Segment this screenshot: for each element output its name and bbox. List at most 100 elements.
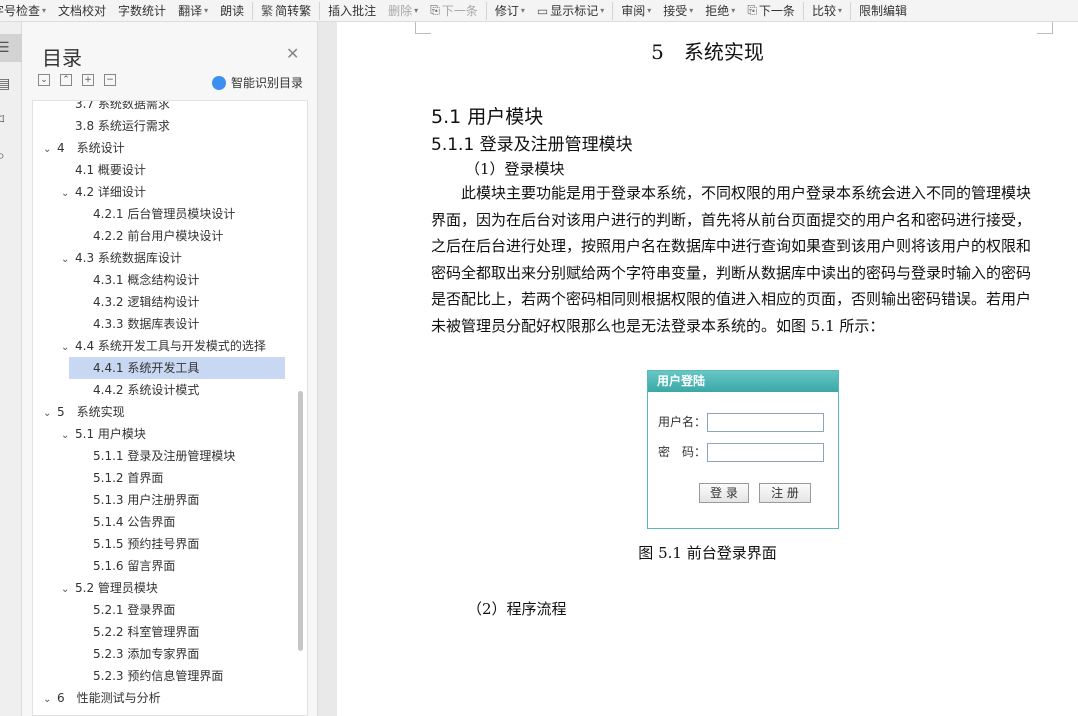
toc-item-label: 4.3.1 概念结构设计: [93, 273, 200, 287]
toc-item-label: 4.3.3 数据库表设计: [93, 317, 200, 331]
document-page[interactable]: 5 系统实现 5.1 用户模块 5.1.1 登录及注册管理模块 （1）登录模块 …: [337, 22, 1078, 716]
toolbar-button-icon: 繁: [261, 4, 274, 18]
toc-item[interactable]: 4.1 概要设计: [33, 159, 295, 181]
chevron-down-icon[interactable]: ⌄: [61, 425, 75, 447]
chevron-down-icon: ▾: [731, 6, 736, 15]
toc-item-label: 4.1 概要设计: [75, 163, 146, 177]
toolbar-button[interactable]: 删除 ▾: [382, 0, 424, 21]
toc-item-label: 5.1.5 预约挂号界面: [93, 537, 200, 551]
login-figure: 用户登陆 用户名： 密 码： 登 录 注 册: [647, 370, 839, 529]
toc-item-label: 5.1.6 留言界面: [93, 559, 176, 573]
toolbar-button[interactable]: ⎘ 下一条: [741, 0, 801, 21]
toolbar-button[interactable]: 审阅 ▾: [615, 0, 657, 21]
toolbar-button-label: 限制编辑: [858, 4, 907, 18]
toolbar-button[interactable]: 朗读: [214, 0, 250, 21]
smart-toc-label: 智能识别目录: [231, 76, 304, 90]
toc-item[interactable]: 5.1.3 用户注册界面: [33, 489, 295, 511]
chevron-down-icon[interactable]: ⌄: [43, 689, 57, 711]
chevron-down-icon[interactable]: ⌄: [61, 249, 75, 271]
chevron-down-icon: ▾: [647, 6, 652, 15]
toc-item[interactable]: ⌄ 6 性能测试与分析: [33, 687, 295, 709]
add-heading-icon[interactable]: +: [82, 74, 94, 86]
toc-item[interactable]: ⌄ 4.4 系统开发工具与开发模式的选择: [33, 335, 295, 357]
toc-item-label: 5.2.2 科室管理界面: [93, 625, 200, 639]
toc-panel-icon[interactable]: ☰: [0, 34, 22, 62]
toolbar-button[interactable]: 文档校对: [52, 0, 112, 21]
remove-heading-icon[interactable]: −: [104, 74, 116, 86]
toc-item[interactable]: 5.1.5 预约挂号界面: [33, 533, 295, 555]
toc-item-label: 3.8 系统运行需求: [75, 119, 170, 133]
toc-item[interactable]: 3.8 系统运行需求: [33, 115, 295, 137]
toc-item[interactable]: ⌄ 5.1 用户模块: [33, 423, 295, 445]
chevron-down-icon[interactable]: ⌄: [43, 139, 57, 161]
toolbar-button-label: 下一条: [441, 4, 478, 18]
toolbar-button[interactable]: 修订 ▾: [489, 0, 531, 21]
toolbar-separator: [849, 1, 851, 20]
toc-item[interactable]: 5.1.2 首界面: [33, 467, 295, 489]
expand-down-icon[interactable]: ⌄: [38, 74, 50, 86]
toc-item[interactable]: 4.4.1 系统开发工具: [69, 357, 285, 379]
close-icon[interactable]: ✕: [286, 44, 299, 63]
toc-item[interactable]: ⌄ 5.2 管理员模块: [33, 577, 295, 599]
login-figure-header: 用户登陆: [648, 371, 838, 392]
smart-toc-button[interactable]: 智能识别目录: [212, 74, 303, 91]
toolbar-button[interactable]: ⎘ 下一条: [424, 0, 484, 21]
chevron-down-icon[interactable]: ⌄: [61, 183, 75, 205]
toc-item[interactable]: 5.2.3 预约信息管理界面: [33, 665, 295, 687]
toc-item[interactable]: 4.3.3 数据库表设计: [33, 313, 295, 335]
toc-item[interactable]: 4.3.1 概念结构设计: [33, 269, 295, 291]
toolbar-button-label: 审阅: [621, 4, 646, 18]
chevron-down-icon[interactable]: ⌄: [61, 337, 75, 359]
chevron-down-icon: ▾: [600, 6, 605, 15]
search-icon[interactable]: ⌕: [0, 142, 22, 170]
toolbar-button[interactable]: 限制编辑: [853, 0, 913, 21]
toc-tools: ⌄ ⌃ + −: [38, 74, 116, 86]
toolbar-button[interactable]: 字号检查▾: [0, 0, 52, 21]
toolbar-button[interactable]: 翻译 ▾: [172, 0, 214, 21]
toc-item[interactable]: ⌄ 4.3 系统数据库设计: [33, 247, 295, 269]
toolbar-button-label: 接受: [663, 4, 688, 18]
toolbar-button-label: 插入批注: [328, 4, 377, 18]
toc-item[interactable]: 4.2.2 前台用户模块设计: [33, 225, 295, 247]
toc-item[interactable]: ⌄ 5 系统实现: [33, 401, 295, 423]
toc-item-label: 5.1 用户模块: [75, 427, 146, 441]
smart-toc-icon: [212, 75, 226, 90]
toolbar-button[interactable]: ▭ 显示标记 ▾: [531, 0, 610, 21]
toolbar-button-label: 简转繁: [275, 4, 312, 18]
toc-item[interactable]: 5.2.3 添加专家界面: [33, 643, 295, 665]
toolbar-button[interactable]: 插入批注: [322, 0, 382, 21]
toc-item[interactable]: 4.3.2 逻辑结构设计: [33, 291, 295, 313]
toc-item[interactable]: 5.1.1 登录及注册管理模块: [33, 445, 295, 467]
toolbar-button[interactable]: 字数统计: [112, 0, 172, 21]
toc-item[interactable]: 5.1.4 公告界面: [33, 511, 295, 533]
chapter-nav-icon[interactable]: ▤: [0, 70, 22, 98]
toc-item[interactable]: ⌄ 4.2 详细设计: [33, 181, 295, 203]
bookmark-icon[interactable]: ⌑: [0, 106, 22, 134]
toc-item[interactable]: 3.7 系统数据需求: [33, 101, 295, 115]
toc-item-label: 4.4.2 系统设计模式: [93, 383, 200, 397]
toc-item[interactable]: 5.1.6 留言界面: [33, 555, 295, 577]
toc-item[interactable]: 5.2.1 登录界面: [33, 599, 295, 621]
toolbar-button-label: 比较: [811, 4, 836, 18]
toolbar-button[interactable]: 繁简转繁: [255, 0, 317, 21]
chevron-down-icon: ▾: [837, 6, 842, 15]
toc-item[interactable]: 4.4.2 系统设计模式: [33, 379, 295, 401]
toolbar-button[interactable]: 拒绝 ▾: [699, 0, 741, 21]
page-corner-mark: [415, 22, 431, 34]
toolbar-button[interactable]: 接受 ▾: [657, 0, 699, 21]
toolbar-button[interactable]: 比较 ▾: [806, 0, 848, 21]
toc-item-label: 5.1.1 登录及注册管理模块: [93, 449, 236, 463]
toc-item-label: 6 性能测试与分析: [57, 691, 161, 705]
toc-item[interactable]: ⌄ 4 系统设计: [33, 137, 295, 159]
section-heading: 5.1 用户模块: [431, 106, 544, 128]
toolbar-button-icon: ▭: [536, 3, 549, 18]
collapse-up-icon[interactable]: ⌃: [60, 74, 72, 86]
toolbar-button-label: 朗读: [220, 4, 245, 18]
toolbar-separator: [485, 1, 487, 20]
chevron-down-icon[interactable]: ⌄: [61, 579, 75, 601]
login-button: 登 录: [699, 483, 749, 503]
toc-item[interactable]: 5.2.2 科室管理界面: [33, 621, 295, 643]
toc-scrollbar[interactable]: [298, 391, 303, 651]
toc-item[interactable]: 4.2.1 后台管理员模块设计: [33, 203, 295, 225]
chevron-down-icon[interactable]: ⌄: [43, 403, 57, 425]
